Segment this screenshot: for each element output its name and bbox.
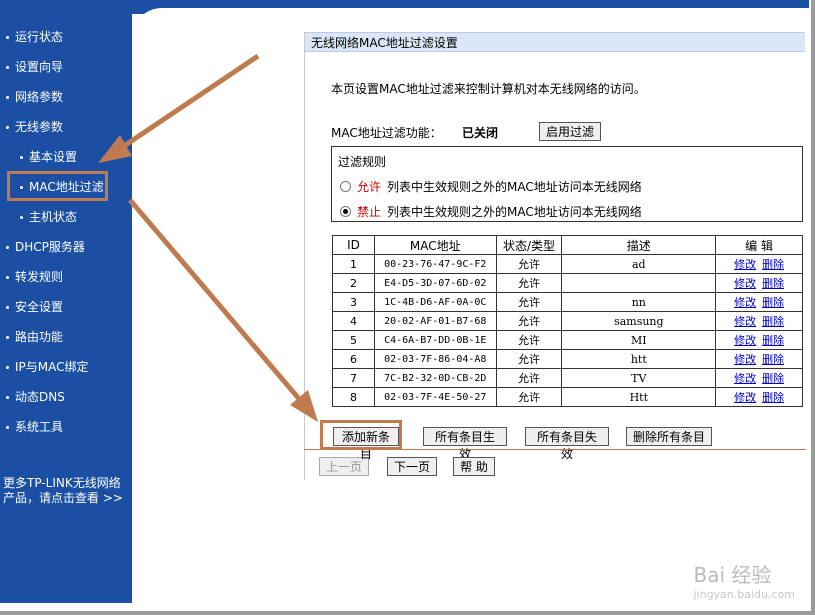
- arrow-to-mac-filter: [98, 53, 260, 163]
- watermark-brand: Bai 经验: [693, 563, 772, 587]
- watermark-url: jingyan.baidu.com: [693, 588, 795, 601]
- arrow-to-add-entry: [128, 198, 318, 422]
- baidu-watermark: Bai 经验 jingyan.baidu.com: [693, 559, 795, 601]
- annotation-arrows: [98, 53, 318, 422]
